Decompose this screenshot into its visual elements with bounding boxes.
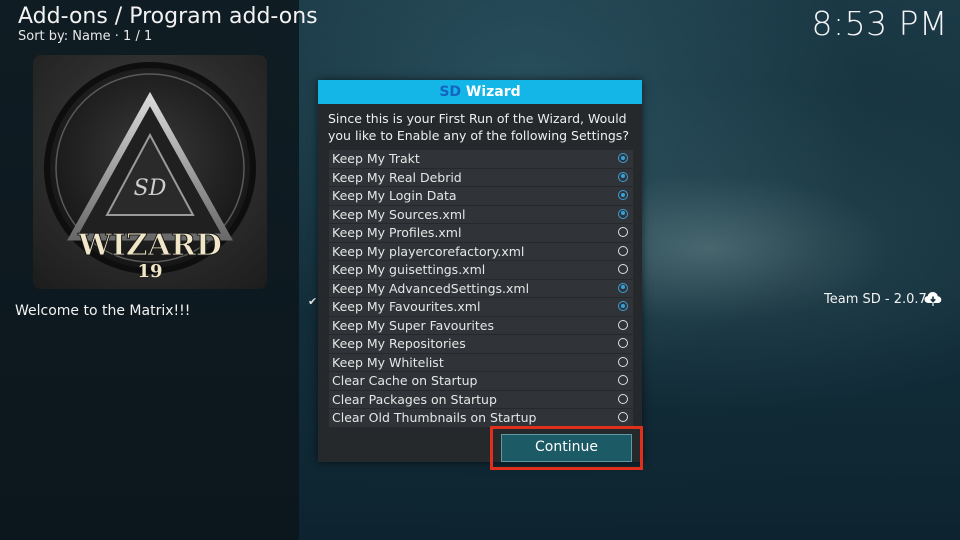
dialog-message: Since this is your First Run of the Wiza… xyxy=(328,111,629,143)
setting-row[interactable]: Keep My Trakt xyxy=(329,150,633,169)
setting-row[interactable]: Keep My playercorefactory.xml xyxy=(329,242,633,261)
setting-label: Keep My AdvancedSettings.xml xyxy=(332,280,530,296)
setting-row[interactable]: Clear Old Thumbnails on Startup xyxy=(329,409,633,428)
setting-label: Keep My Repositories xyxy=(332,336,466,351)
setting-row[interactable]: Keep My Favourites.xml xyxy=(329,298,633,317)
addon-description: Welcome to the Matrix!!! xyxy=(15,303,191,319)
radio-checked-icon[interactable] xyxy=(618,301,628,311)
setting-row[interactable]: Keep My Sources.xml xyxy=(329,205,633,224)
radio-checked-icon[interactable] xyxy=(618,171,628,182)
logo-wizard-text: WIZARD xyxy=(77,228,222,263)
setting-label: Clear Packages on Startup xyxy=(332,391,497,407)
setting-row[interactable]: Keep My Super Favourites xyxy=(329,316,633,335)
addon-thumbnail: SD WIZARD 19 xyxy=(33,55,267,289)
dialog-title-wizard: Wizard xyxy=(461,84,521,100)
dialog-title: SD Wizard xyxy=(318,80,642,104)
setting-label: Keep My Whitelist xyxy=(332,354,444,370)
radio-unchecked-icon[interactable] xyxy=(618,245,628,256)
radio-unchecked-icon[interactable] xyxy=(618,356,628,367)
setting-row[interactable]: Keep My Whitelist xyxy=(329,353,633,372)
setting-label: Keep My Sources.xml xyxy=(332,206,466,222)
settings-list: Keep My Trakt Keep My Real Debrid Keep My … xyxy=(329,150,633,428)
page-title: Add-ons / Program add-ons xyxy=(18,4,318,29)
continue-highlight: Continue xyxy=(490,426,643,470)
radio-unchecked-icon[interactable] xyxy=(618,412,628,422)
sd-wizard-dialog: SD Wizard Since this is your First Run o… xyxy=(318,80,642,462)
radio-unchecked-icon[interactable] xyxy=(618,393,628,404)
kodi-addons-screen: Add-ons / Program add-ons Sort by: Name … xyxy=(0,0,960,540)
setting-label: Keep My Super Favourites xyxy=(332,317,494,333)
sort-indicator[interactable]: Sort by: Name · 1 / 1 xyxy=(18,29,152,44)
logo-number-text: 19 xyxy=(137,261,162,282)
setting-label: Clear Old Thumbnails on Startup xyxy=(332,410,537,425)
setting-row[interactable]: Keep My Login Data xyxy=(329,187,633,206)
dialog-title-sd: SD xyxy=(439,84,462,100)
clock: 8:53 PM xyxy=(811,4,948,43)
radio-unchecked-icon[interactable] xyxy=(618,338,628,348)
radio-checked-icon[interactable] xyxy=(618,282,628,293)
setting-row[interactable]: Keep My guisettings.xml xyxy=(329,261,633,280)
radio-unchecked-icon[interactable] xyxy=(618,319,628,330)
setting-label: Keep My Real Debrid xyxy=(332,169,462,185)
setting-row[interactable]: Clear Cache on Startup xyxy=(329,372,633,391)
setting-row[interactable]: Keep My Profiles.xml xyxy=(329,224,633,243)
setting-label: Clear Cache on Startup xyxy=(332,373,478,388)
setting-label: Keep My playercorefactory.xml xyxy=(332,243,525,259)
setting-label: Keep My Trakt xyxy=(332,151,420,166)
radio-unchecked-icon[interactable] xyxy=(618,264,628,274)
setting-row[interactable]: Clear Packages on Startup xyxy=(329,390,633,409)
radio-checked-icon[interactable] xyxy=(618,190,628,200)
radio-checked-icon[interactable] xyxy=(618,208,628,219)
addon-author-version: Team SD - 2.0.7 xyxy=(824,292,927,307)
radio-checked-icon[interactable] xyxy=(618,153,628,163)
wizard-logo-icon: SD WIZARD 19 xyxy=(44,62,256,282)
setting-row[interactable]: Keep My Real Debrid xyxy=(329,168,633,187)
logo-sd-text: SD xyxy=(134,176,167,201)
setting-row[interactable]: Keep My Repositories xyxy=(329,335,633,354)
checkmark-icon: ✔ xyxy=(308,295,318,308)
radio-unchecked-icon[interactable] xyxy=(618,227,628,237)
cloud-download-icon xyxy=(924,292,942,306)
radio-unchecked-icon[interactable] xyxy=(618,375,628,385)
setting-label: Keep My guisettings.xml xyxy=(332,262,486,277)
setting-label: Keep My Favourites.xml xyxy=(332,299,481,314)
continue-button[interactable]: Continue xyxy=(501,434,632,462)
setting-row[interactable]: Keep My AdvancedSettings.xml xyxy=(329,279,633,298)
setting-label: Keep My Login Data xyxy=(332,188,457,203)
setting-label: Keep My Profiles.xml xyxy=(332,225,462,240)
